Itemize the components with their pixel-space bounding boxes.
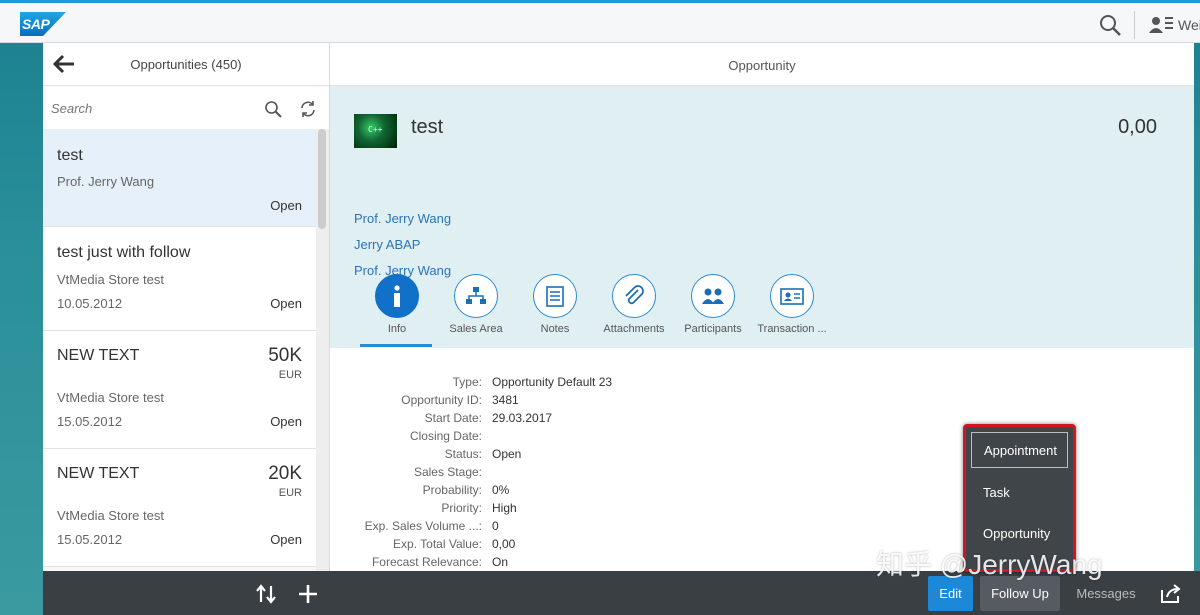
object-number: 0,00 — [1118, 116, 1157, 138]
master-header: Opportunities (450) — [43, 43, 329, 86]
user-name[interactable]: Wei — [1178, 17, 1200, 33]
item-title: test just with follow — [57, 244, 191, 261]
item-date: 10.05.2012 — [57, 296, 123, 311]
item-currency: EUR — [278, 369, 302, 381]
object-thumbnail: C++ — [354, 114, 397, 148]
item-status: Open — [270, 198, 302, 213]
sap-logo[interactable]: SAP — [20, 12, 66, 36]
info-icon — [375, 274, 419, 318]
business-card-icon — [770, 274, 814, 318]
field-value: 0 — [492, 519, 499, 533]
object-title: test — [411, 116, 444, 138]
follow-up-task[interactable]: Task — [971, 472, 1068, 513]
shell-divider — [1134, 11, 1135, 39]
field-label: Probability: — [422, 483, 482, 497]
item-status: Open — [270, 296, 302, 311]
field-value: 29.03.2017 — [492, 411, 553, 425]
search-input[interactable] — [51, 93, 251, 123]
watermark: 知乎 @JerryWang — [876, 549, 1103, 580]
opportunity-list: test Prof. Jerry Wang Open test just wit… — [43, 129, 316, 567]
notes-icon — [533, 274, 577, 318]
follow-up-appointment[interactable]: Appointment — [971, 432, 1068, 468]
list-item[interactable]: test just with follow VtMedia Store test… — [43, 227, 316, 331]
field-value: High — [492, 501, 517, 515]
item-title: NEW TEXT — [57, 347, 140, 364]
tab-transaction[interactable]: Transaction ... — [749, 274, 835, 335]
list-item[interactable]: NEW TEXT 50K EUR VtMedia Store test 15.0… — [43, 331, 316, 449]
field-row: Exp. Total Value: 0,00 — [330, 535, 830, 553]
field-row: Closing Date: — [330, 427, 830, 445]
field-row: Start Date: 29.03.2017 — [330, 409, 830, 427]
item-subtitle: VtMedia Store test — [57, 508, 164, 523]
field-label: Priority: — [441, 501, 482, 515]
field-row: Probability: 0% — [330, 481, 830, 499]
item-amount: 20K — [268, 463, 302, 484]
tab-info[interactable]: Info — [354, 274, 440, 347]
field-value: 0,00 — [492, 537, 516, 551]
tab-participants[interactable]: Participants — [670, 274, 756, 335]
field-value: 3481 — [492, 393, 519, 407]
list-item[interactable]: test Prof. Jerry Wang Open — [43, 129, 316, 227]
account-link[interactable]: Jerry ABAP — [354, 237, 420, 252]
item-date: 15.05.2012 — [57, 532, 123, 547]
group-icon — [691, 274, 735, 318]
user-icon[interactable] — [1148, 13, 1174, 37]
field-row: Type: Opportunity Default 23 — [330, 373, 830, 391]
master-title: Opportunities (450) — [130, 57, 242, 72]
sort-icon — [256, 583, 276, 604]
add-button[interactable] — [297, 576, 319, 611]
field-label: Exp. Total Value: — [393, 537, 482, 551]
sort-button[interactable] — [255, 576, 277, 611]
search-icon[interactable] — [264, 100, 282, 118]
item-currency: EUR — [278, 487, 302, 499]
share-button[interactable] — [1159, 576, 1183, 611]
shell-bar: SAP Wei — [0, 0, 1200, 43]
field-label: Status: — [444, 447, 482, 461]
list-scrollbar[interactable] — [316, 129, 329, 571]
contact-link[interactable]: Prof. Jerry Wang — [354, 211, 451, 226]
detail-header-title: Opportunity — [330, 43, 1194, 86]
field-value: Open — [492, 447, 522, 461]
refresh-icon[interactable] — [299, 100, 317, 118]
info-form: Type: Opportunity Default 23 Opportunity … — [330, 373, 830, 571]
object-header: C++ test 0,00 Prof. Jerry Wang Jerry ABA… — [330, 86, 1194, 348]
field-label: Opportunity ID: — [401, 393, 482, 407]
tab-attachments[interactable]: Attachments — [591, 274, 677, 335]
field-label: Forecast Relevance: — [371, 555, 482, 569]
field-value: Opportunity Default 23 — [492, 375, 613, 389]
master-panel: Opportunities (450) test Prof. Jerry Wan… — [43, 43, 330, 571]
field-label: Sales Stage: — [413, 465, 482, 479]
search-icon[interactable] — [1098, 13, 1122, 37]
field-value: 0% — [492, 483, 510, 497]
hierarchy-icon — [454, 274, 498, 318]
field-value: On — [492, 555, 509, 569]
field-row: Sales Stage: — [330, 463, 830, 481]
tab-notes[interactable]: Notes — [512, 274, 598, 335]
item-subtitle: VtMedia Store test — [57, 390, 164, 405]
field-label: Type: — [452, 375, 482, 389]
field-row: Priority: High — [330, 499, 830, 517]
item-subtitle: Prof. Jerry Wang — [57, 174, 155, 189]
search-bar — [43, 87, 329, 129]
list-item[interactable]: NEW TEXT 20K EUR VtMedia Store test 15.0… — [43, 449, 316, 567]
item-status: Open — [270, 532, 302, 547]
field-row: Forecast Relevance: On — [330, 553, 830, 571]
share-icon — [1161, 583, 1181, 603]
paperclip-icon — [612, 274, 656, 318]
tab-active-indicator — [360, 344, 432, 347]
item-amount: 50K — [268, 345, 302, 366]
field-row: Exp. Sales Volume ...: 0 — [330, 517, 830, 535]
plus-icon — [299, 584, 317, 603]
item-title: NEW TEXT — [57, 465, 140, 482]
field-row: Status: Open — [330, 445, 830, 463]
field-label: Exp. Sales Volume ...: — [364, 519, 482, 533]
item-subtitle: VtMedia Store test — [57, 272, 164, 287]
field-row: Opportunity ID: 3481 — [330, 391, 830, 409]
item-status: Open — [270, 414, 302, 429]
field-label: Closing Date: — [409, 429, 482, 443]
field-label: Start Date: — [424, 411, 482, 425]
tab-sales-area[interactable]: Sales Area — [433, 274, 519, 335]
item-date: 15.05.2012 — [57, 414, 123, 429]
item-title: test — [57, 147, 83, 164]
